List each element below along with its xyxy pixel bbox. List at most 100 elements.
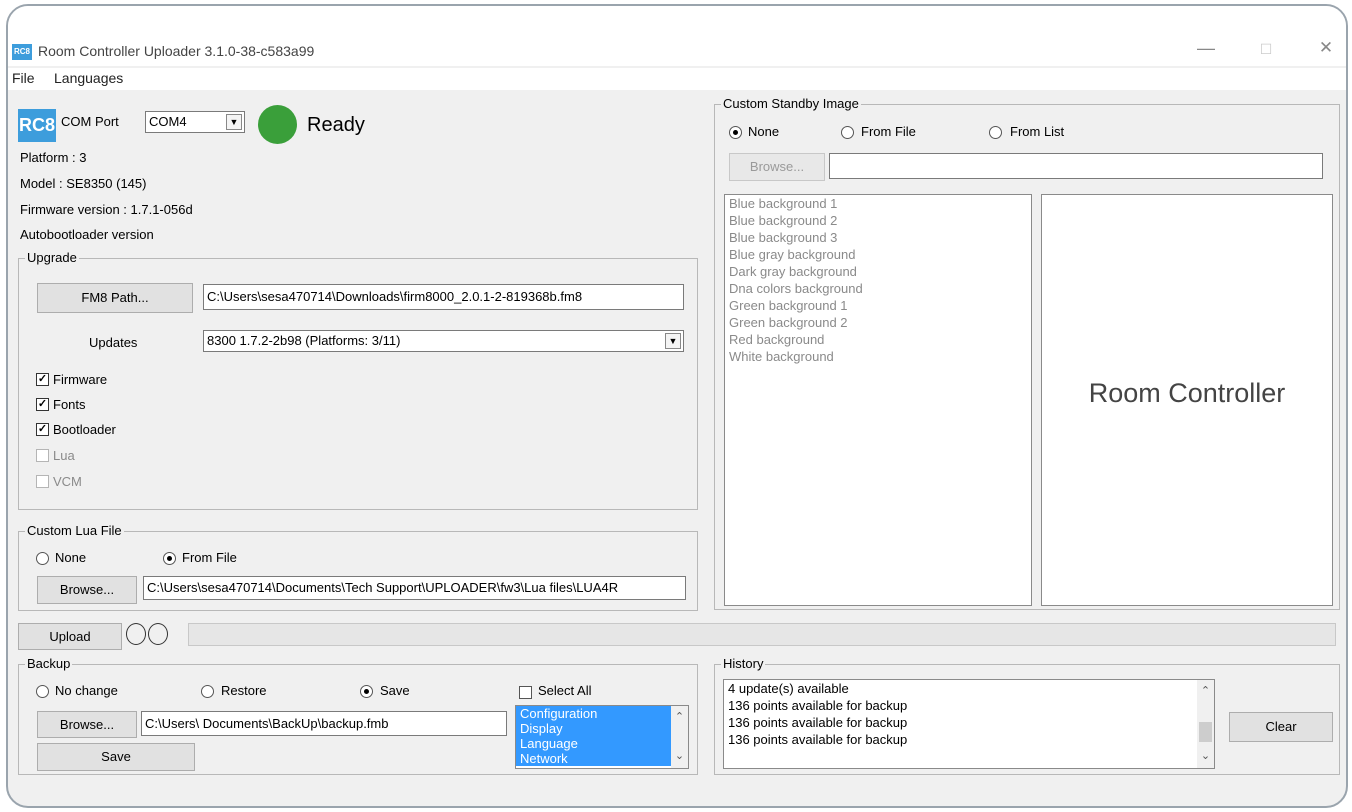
autobootloader-text: Autobootloader version (20, 227, 154, 242)
backup-no-change-label: No change (55, 683, 118, 698)
select-all-checkbox[interactable] (519, 686, 532, 699)
lua-from-file-label: From File (182, 550, 237, 565)
list-item[interactable]: Dna colors background (725, 280, 1031, 297)
bootloader-label: Bootloader (53, 422, 116, 437)
updates-select[interactable]: 8300 1.7.2-2b98 (Platforms: 3/11) ▼ (203, 330, 684, 352)
backup-save-label: Save (380, 683, 410, 698)
history-clear-button[interactable]: Clear (1229, 712, 1333, 742)
title-bar: RC8 Room Controller Uploader 3.1.0-38-c5… (8, 6, 1346, 66)
list-item[interactable]: Green background 1 (725, 297, 1031, 314)
history-scrollbar[interactable]: ⌃ ⌄ (1197, 680, 1214, 768)
firmware-label: Firmware (53, 372, 108, 387)
list-item[interactable]: Blue background 2 (725, 212, 1031, 229)
lua-checkbox[interactable] (36, 449, 49, 462)
custom-standby-group: Custom Standby Image None From File From… (714, 96, 1340, 610)
com-port-value: COM4 (149, 114, 187, 129)
fm8-path-field[interactable]: C:\Users\sesa470714\Downloads\firm8000_2… (203, 284, 684, 310)
lua-none-radio[interactable] (36, 552, 49, 565)
chevron-down-icon: ▼ (665, 333, 681, 349)
list-item[interactable]: Language (516, 736, 672, 751)
fm8-path-button[interactable]: FM8 Path... (37, 283, 193, 313)
standby-image-list[interactable]: Blue background 1 Blue background 2 Blue… (724, 194, 1032, 606)
history-group: History 4 update(s) available 136 points… (714, 656, 1340, 775)
history-line: 4 update(s) available (728, 681, 849, 696)
fonts-label: Fonts (53, 397, 86, 412)
list-item[interactable]: Blue gray background (725, 246, 1031, 263)
backup-items-list[interactable]: Configuration Display Language Network ⌃… (515, 705, 689, 769)
backup-save-radio[interactable] (360, 685, 373, 698)
updates-value: 8300 1.7.2-2b98 (Platforms: 3/11) (207, 333, 401, 348)
list-item[interactable]: Display (516, 721, 672, 736)
select-all-label: Select All (538, 683, 592, 698)
custom-lua-group: Custom Lua File None From File Browse...… (18, 523, 698, 611)
list-item[interactable]: Red background (725, 331, 1031, 348)
history-title: History (721, 656, 766, 671)
platform-text: Platform : 3 (20, 150, 87, 165)
progress-indicator-icon (148, 623, 168, 645)
com-port-select[interactable]: COM4 ▼ (145, 111, 245, 133)
list-item[interactable]: Blue background 3 (725, 229, 1031, 246)
standby-none-label: None (748, 124, 780, 139)
maximize-button[interactable]: ☐ (1251, 41, 1281, 58)
backup-restore-radio[interactable] (201, 685, 214, 698)
scrollbar-thumb[interactable] (1199, 722, 1212, 742)
lua-from-file-radio[interactable] (163, 552, 176, 565)
menu-languages[interactable]: Languages (54, 70, 123, 86)
list-item[interactable]: Network (516, 751, 672, 766)
chevron-down-icon: ▼ (226, 114, 242, 130)
list-item[interactable]: White background (725, 348, 1031, 365)
backup-no-change-radio[interactable] (36, 685, 49, 698)
com-port-label: COM Port (61, 114, 119, 129)
window-title: Room Controller Uploader 3.1.0-38-c583a9… (38, 43, 315, 59)
menu-bar: File Languages (8, 68, 1346, 90)
firmware-text: Firmware version : 1.7.1-056d (20, 202, 193, 217)
chevron-down-icon[interactable]: ⌄ (671, 749, 688, 762)
upgrade-group: Upgrade FM8 Path... C:\Users\sesa470714\… (18, 250, 698, 510)
standby-from-list-radio[interactable] (989, 126, 1002, 139)
standby-browse-button[interactable]: Browse... (729, 153, 825, 181)
backup-save-button[interactable]: Save (37, 743, 195, 771)
vcm-checkbox[interactable] (36, 475, 49, 488)
app-window: RC8 Room Controller Uploader 3.1.0-38-c5… (6, 4, 1348, 808)
close-button[interactable]: ✕ (1311, 38, 1341, 58)
backup-browse-button[interactable]: Browse... (37, 711, 137, 738)
backup-list-scrollbar[interactable]: ⌃ ⌄ (671, 706, 688, 768)
firmware-checkbox[interactable]: ✓ (36, 373, 49, 386)
standby-from-file-radio[interactable] (841, 126, 854, 139)
standby-none-radio[interactable] (729, 126, 742, 139)
chevron-up-icon[interactable]: ⌃ (1197, 684, 1214, 697)
lua-label: Lua (53, 448, 75, 463)
standby-from-file-label: From File (861, 124, 916, 139)
menu-file[interactable]: File (12, 70, 35, 86)
standby-path-field[interactable] (829, 153, 1323, 179)
history-line: 136 points available for backup (728, 715, 908, 730)
lua-path-field[interactable]: C:\Users\sesa470714\Documents\Tech Suppo… (143, 576, 686, 600)
chevron-down-icon[interactable]: ⌄ (1197, 749, 1214, 762)
backup-path-field[interactable]: C:\Users\ Documents\BackUp\backup.fmb (141, 711, 507, 736)
minimize-button[interactable]: — (1191, 38, 1221, 59)
standby-from-list-label: From List (1010, 124, 1065, 139)
list-item[interactable]: Blue background 1 (725, 195, 1031, 212)
history-line: 136 points available for backup (728, 698, 908, 713)
list-item[interactable]: Dark gray background (725, 263, 1031, 280)
vcm-label: VCM (53, 474, 82, 489)
updates-label: Updates (89, 335, 138, 350)
bootloader-checkbox[interactable]: ✓ (36, 423, 49, 436)
history-log[interactable]: 4 update(s) available 136 points availab… (723, 679, 1215, 769)
chevron-up-icon[interactable]: ⌃ (671, 710, 688, 723)
backup-title: Backup (25, 656, 73, 671)
rc8-logo: RC8 (18, 109, 56, 142)
backup-restore-label: Restore (221, 683, 267, 698)
fonts-checkbox[interactable]: ✓ (36, 398, 49, 411)
list-item[interactable]: Green background 2 (725, 314, 1031, 331)
progress-indicator-icon (126, 623, 146, 645)
custom-lua-title: Custom Lua File (25, 523, 124, 538)
app-icon: RC8 (12, 44, 32, 60)
lua-none-label: None (55, 550, 87, 565)
history-line: 136 points available for backup (728, 732, 908, 747)
list-item[interactable]: Configuration (516, 706, 672, 721)
lua-browse-button[interactable]: Browse... (37, 576, 137, 604)
upload-button[interactable]: Upload (18, 623, 122, 650)
upload-progress-bar (188, 623, 1336, 646)
upgrade-title: Upgrade (25, 250, 79, 265)
